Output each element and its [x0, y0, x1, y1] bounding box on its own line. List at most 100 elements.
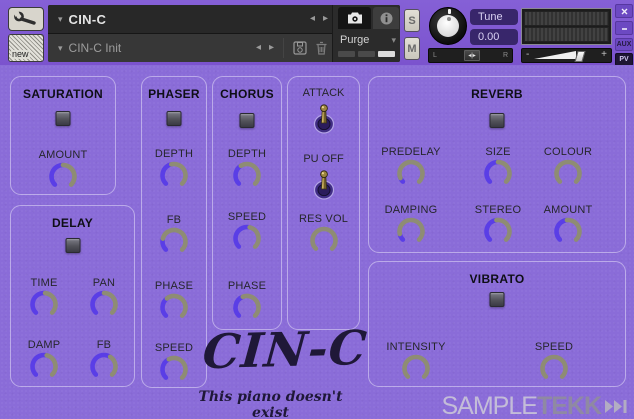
vibrato-intensity-knob[interactable] — [398, 353, 434, 385]
knob-label: DAMPING — [371, 204, 451, 216]
reverb-bypass-button[interactable] — [490, 113, 505, 128]
purge-label: Purge — [340, 34, 391, 46]
cin-c-logo: CIN-C — [198, 321, 372, 381]
memory-indicator-bar — [338, 51, 355, 57]
phaser-speed-knob[interactable] — [156, 354, 192, 386]
preset-name: CIN-C Init — [69, 41, 122, 55]
switches-panel: ATTACK PU OFF — [287, 76, 360, 330]
reverb-damping-knob[interactable] — [393, 216, 429, 248]
chorus-panel: CHORUS DEPTH SPEED PHASE — [212, 76, 282, 330]
next-instrument-arrow[interactable]: ▸ — [319, 12, 332, 26]
instrument-title-row: ▾ CIN-C ◂ ▸ — [48, 5, 332, 33]
saturation-amount-knob[interactable] — [45, 161, 81, 193]
purge-chevron-icon: ▾ — [391, 35, 396, 46]
tab-info-view[interactable] — [373, 7, 399, 29]
level-meter-left — [524, 11, 609, 26]
attack-toggle-switch[interactable] — [309, 101, 339, 140]
knob-label: DAMP — [13, 339, 75, 351]
delay-title: DELAY — [11, 216, 134, 230]
knob-label: PAN — [75, 277, 133, 289]
phaser-fb-knob[interactable] — [156, 226, 192, 258]
reverb-size-knob[interactable] — [480, 158, 516, 190]
phaser-title: PHASER — [142, 87, 206, 101]
pan-slider[interactable]: L R ◂|▸ — [428, 48, 513, 63]
aux-button[interactable]: AUX — [615, 38, 633, 51]
pan-slider-handle[interactable]: ◂|▸ — [464, 50, 480, 61]
volume-slider-handle[interactable] — [574, 51, 585, 62]
res-vol-knob[interactable] — [306, 225, 342, 257]
knob-label: FB — [142, 214, 206, 226]
reverb-stereo-knob[interactable] — [480, 216, 516, 248]
solo-button[interactable]: S — [404, 9, 420, 32]
delay-bypass-button[interactable] — [65, 238, 80, 253]
info-icon — [380, 12, 393, 25]
delay-panel: DELAY TIME PAN DAMP FB — [10, 205, 135, 387]
tune-knob[interactable] — [429, 7, 467, 45]
instrument-collapse-chevron[interactable]: ▾ — [58, 14, 63, 25]
tune-value[interactable]: 0.00 — [470, 29, 518, 45]
phaser-depth-knob[interactable] — [156, 160, 192, 192]
knob-label: TIME — [13, 277, 75, 289]
knob-label: PREDELAY — [371, 146, 451, 158]
knob-label: FB — [75, 339, 133, 351]
knob-label: SIZE — [458, 146, 538, 158]
saturation-bypass-button[interactable] — [56, 111, 71, 126]
mute-button[interactable]: M — [404, 37, 420, 60]
floppy-save-icon — [293, 41, 307, 55]
prev-instrument-arrow[interactable]: ◂ — [306, 12, 319, 26]
knob-label: SPEED — [509, 341, 599, 353]
close-button[interactable] — [615, 4, 633, 18]
new-instance-button[interactable]: new — [8, 34, 44, 62]
pan-right-label: R — [499, 52, 512, 59]
pu-off-label: PU OFF — [288, 153, 359, 165]
instrument-main-panel: SATURATION AMOUNT DELAY TIME PAN DAMP — [0, 65, 634, 419]
chorus-speed-knob[interactable] — [229, 223, 265, 255]
prev-preset-arrow[interactable]: ◂ — [252, 41, 265, 55]
saturation-title: SATURATION — [11, 87, 115, 101]
tagline: This piano doesn't exist — [178, 389, 363, 419]
delete-preset-button[interactable] — [311, 41, 332, 55]
delay-pan-knob[interactable] — [86, 289, 122, 321]
next-preset-arrow[interactable]: ▸ — [265, 41, 278, 55]
vibrato-bypass-button[interactable] — [490, 292, 505, 307]
phaser-phase-knob[interactable] — [156, 292, 192, 324]
knob-label: INTENSITY — [371, 341, 461, 353]
knob-label: RES VOL — [288, 213, 359, 225]
phaser-panel: PHASER DEPTH FB PHASE SPEED — [141, 76, 207, 388]
save-preset-button[interactable] — [289, 41, 311, 55]
memory-indicator-bar — [358, 51, 375, 57]
chorus-bypass-button[interactable] — [240, 113, 255, 128]
attack-label: ATTACK — [288, 87, 359, 99]
purge-dropdown[interactable]: Purge ▾ — [333, 31, 400, 49]
phaser-bypass-button[interactable] — [167, 111, 182, 126]
reverb-colour-knob[interactable] — [550, 158, 586, 190]
chorus-phase-knob[interactable] — [229, 292, 265, 324]
chorus-depth-knob[interactable] — [229, 160, 265, 192]
sampletekk-logo: SAMPLETEKK — [442, 392, 629, 419]
delay-fb-knob[interactable] — [86, 351, 122, 383]
knob-label: AMOUNT — [11, 149, 115, 161]
delay-damp-knob[interactable] — [26, 351, 62, 383]
camera-icon — [347, 12, 363, 24]
reverb-predelay-knob[interactable] — [393, 158, 429, 190]
vibrato-speed-knob[interactable] — [536, 353, 572, 385]
memory-indicator-bar — [378, 51, 395, 57]
preset-dropdown-chevron[interactable]: ▾ — [58, 43, 63, 54]
level-meter-right — [524, 27, 609, 42]
volume-wedge — [534, 51, 576, 59]
tab-performance-view[interactable] — [338, 7, 371, 29]
delay-time-knob[interactable] — [26, 289, 62, 321]
pu-off-toggle-switch[interactable] — [309, 167, 339, 206]
level-meters — [521, 8, 612, 45]
vibrato-panel: VIBRATO INTENSITY SPEED — [368, 261, 626, 387]
edit-wrench-button[interactable] — [8, 7, 44, 31]
instrument-header: new ▾ CIN-C ◂ ▸ ▾ CIN-C Init ◂ ▸ — [0, 0, 634, 65]
reverb-amount-knob[interactable] — [550, 216, 586, 248]
knob-label: STEREO — [458, 204, 538, 216]
volume-slider[interactable]: - + — [521, 48, 612, 63]
minimize-button[interactable] — [615, 21, 633, 35]
knob-label: SPEED — [213, 211, 281, 223]
knob-label: DEPTH — [142, 148, 206, 160]
saturation-panel: SATURATION AMOUNT — [10, 76, 116, 195]
reverb-title: REVERB — [369, 87, 625, 101]
